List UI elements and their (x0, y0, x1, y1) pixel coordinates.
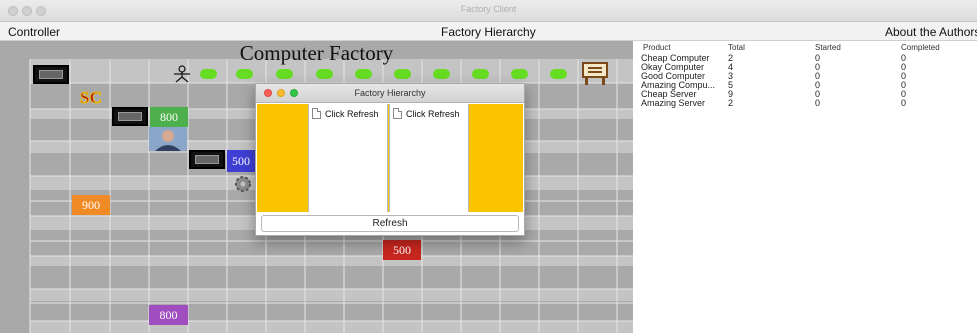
inventory-block-orange: 900 (72, 195, 110, 215)
worker-icon (174, 65, 190, 83)
window-titlebar: Factory Client (0, 0, 977, 22)
conveyor-pill (511, 69, 528, 79)
menu-controller[interactable]: Controller (8, 25, 60, 39)
window-title: Factory Client (460, 4, 517, 14)
computer-monitor-icon (33, 65, 69, 84)
refresh-button[interactable]: Refresh (261, 215, 519, 232)
hierarchy-tree-left[interactable]: Click Refresh (308, 104, 388, 212)
column-header-total[interactable]: Total (728, 43, 745, 52)
dialog-title: Factory Hierarchy (354, 88, 426, 98)
table-cell: 0 (815, 98, 821, 108)
conveyor-pill (236, 69, 253, 79)
inventory-block-purple: 800 (149, 305, 188, 325)
inventory-block-red: 500 (383, 240, 421, 260)
tree-node-label: Click Refresh (406, 108, 460, 119)
conveyor-pill (355, 69, 372, 79)
inventory-block-blue: 500 (227, 150, 255, 172)
column-header-started[interactable]: Started (815, 43, 841, 52)
conveyor-pill (394, 69, 411, 79)
column-header-completed[interactable]: Completed (901, 43, 940, 52)
employee-portrait-icon (149, 127, 187, 151)
menu-bar: Controller Factory Hierarchy About the A… (0, 22, 977, 41)
tree-node[interactable]: Click Refresh (312, 108, 379, 119)
table-cell: 2 (728, 98, 734, 108)
conveyor-pill (316, 69, 333, 79)
svg-text:SC: SC (80, 88, 102, 107)
column-header-product[interactable]: Product (643, 43, 671, 52)
table-cell: 0 (901, 98, 907, 108)
computer-monitor-icon (189, 150, 225, 169)
factory-hierarchy-dialog: Factory Hierarchy Click Refresh Click Re… (255, 83, 525, 236)
hierarchy-tree-right[interactable]: Click Refresh (389, 104, 469, 212)
document-icon (393, 108, 402, 119)
menu-factory-hierarchy[interactable]: Factory Hierarchy (441, 25, 536, 39)
tree-node[interactable]: Click Refresh (393, 108, 460, 119)
menu-about-authors[interactable]: About the Authors (885, 25, 977, 39)
conveyor-pill (550, 69, 567, 79)
computer-monitor-icon (112, 107, 148, 126)
factory-title: Computer Factory (239, 41, 394, 65)
inventory-block-green: 800 (150, 107, 188, 127)
table-cell: Amazing Server (641, 98, 706, 108)
gear-icon (235, 176, 251, 192)
conveyor-pill (276, 69, 293, 79)
workstation-icon (582, 62, 608, 85)
conveyor-pill (200, 69, 217, 79)
sc-logo-icon: SC (80, 88, 102, 107)
product-table: Product Total Started Completed Cheap Co… (633, 41, 977, 333)
dialog-titlebar[interactable]: Factory Hierarchy (256, 84, 524, 103)
conveyor-pill (472, 69, 489, 79)
document-icon (312, 108, 321, 119)
tree-node-label: Click Refresh (325, 108, 379, 119)
conveyor-pill (433, 69, 450, 79)
